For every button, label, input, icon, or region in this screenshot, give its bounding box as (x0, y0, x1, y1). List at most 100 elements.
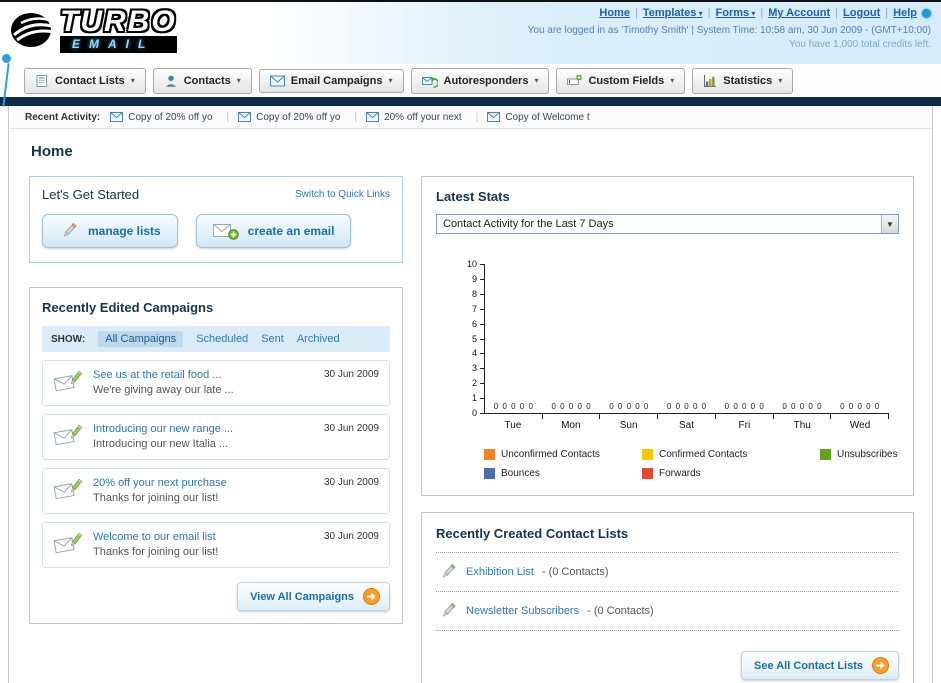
campaign-row[interactable]: See us at the retail food ... We're givi… (42, 360, 390, 406)
bar-value-labels: 0 0 0 0 0 (724, 402, 765, 411)
campaign-date: 30 Jun 2009 (323, 531, 379, 542)
brand-name-top: TURBO (60, 5, 177, 38)
pencil-icon (438, 563, 458, 581)
header-link-help[interactable]: Help (893, 7, 917, 19)
y-axis-label: 6 (471, 318, 477, 329)
contact-list-link[interactable]: Newsletter Subscribers (466, 605, 579, 617)
header-link-my-account[interactable]: My Account (768, 7, 830, 19)
view-all-campaigns-button[interactable]: View All Campaigns (237, 582, 390, 611)
recent-activity-link[interactable]: Copy of 20% off yo (128, 112, 212, 123)
campaign-title-link[interactable]: Introducing our new range ... (93, 423, 233, 435)
tab-contacts[interactable]: Contacts ▾ (152, 67, 252, 94)
filter-sent[interactable]: Sent (261, 333, 284, 345)
stats-period-select[interactable]: Contact Activity for the Last 7 Days ▼ (436, 214, 899, 234)
bar-value-labels: 0 0 0 0 0 (840, 402, 881, 411)
custom-fields-icon (567, 74, 582, 88)
tab-custom-fields[interactable]: Custom Fields ▾ (556, 67, 686, 94)
header-link-templates[interactable]: Templates ▾ (643, 7, 703, 19)
tab-contact-lists[interactable]: Contact Lists ▾ (24, 67, 146, 94)
chevron-down-icon: ▾ (670, 76, 675, 85)
stats-title: Latest Stats (436, 189, 510, 204)
nav-tab-label: Contact Lists (55, 74, 125, 87)
filter-all-campaigns[interactable]: All Campaigns (98, 331, 184, 347)
header-link-forms[interactable]: Forms ▾ (716, 7, 756, 19)
login-info: You are logged in as 'Timothy Smith' | S… (527, 25, 931, 36)
campaign-subtitle: Thanks for joining our list! (93, 492, 219, 504)
link-separator: | (835, 7, 839, 19)
recent-activity-link[interactable]: Copy of Welcome t (505, 112, 589, 123)
recent-activity-link[interactable]: 20% off your next (384, 112, 462, 123)
brand-name-bottom: EMAIL (60, 35, 177, 53)
legend-swatch (484, 449, 495, 460)
filter-scheduled[interactable]: Scheduled (196, 333, 248, 345)
logo-swirl-icon (11, 13, 55, 48)
bar-value-labels: 0 0 0 0 0 (666, 402, 708, 411)
tab-statistics[interactable]: Statistics ▾ (692, 67, 794, 94)
contact-list-items: Exhibition List - (0 Contacts) Newslette… (436, 553, 899, 631)
arrow-right-icon (872, 657, 889, 674)
campaign-subtitle: Introducing our new Italia ... (93, 438, 229, 450)
envelope-icon (366, 112, 380, 122)
create-email-button[interactable]: create an email (195, 214, 352, 248)
app-header: TURBO EMAIL Home | Templates ▾ | Forms ▾ | My … (0, 2, 941, 107)
contact-list-row[interactable]: Newsletter Subscribers - (0 Contacts) (436, 592, 899, 631)
campaign-title-link[interactable]: See us at the retail food ... (93, 369, 234, 381)
campaign-filters: All Campaigns Scheduled Sent Archived (98, 331, 340, 347)
tab-email-campaigns[interactable]: Email Campaigns ▾ (258, 68, 404, 93)
bar-value-labels: 0 0 0 0 0 (782, 402, 823, 411)
show-label: SHOW: (51, 333, 86, 345)
contact-lists-title: Recently Created Contact Lists (436, 526, 629, 541)
get-started-title: Let's Get Started (42, 187, 140, 202)
x-axis-label: Thu (793, 420, 811, 431)
tab-autoresponders[interactable]: Autoresponders ▾ (410, 67, 550, 94)
chevron-down-icon: ▾ (749, 9, 756, 18)
campaign-row[interactable]: Introducing our new range ... Introducin… (42, 414, 390, 460)
legend-item: Bounces (484, 468, 642, 479)
contact-activity-chart: 10 9 8 7 6 5 4 3 2 1 0 0 0 0 0 00 0 0 0 00 0 0 0 0… (450, 259, 889, 431)
chevron-down-icon: ▾ (388, 76, 393, 85)
header-link-logout[interactable]: Logout (843, 7, 880, 19)
recent-activity-item[interactable]: 20% off your next (366, 112, 487, 123)
y-axis-label: 9 (471, 273, 477, 284)
nav-tab-label: Email Campaigns (290, 74, 383, 87)
envelope-icon (238, 112, 252, 122)
recent-activity-bar: Recent Activity: Copy of 20% off yo Copy… (9, 106, 932, 129)
switch-quick-links-link[interactable]: Switch to Quick Links (295, 189, 390, 200)
campaign-list: See us at the retail food ... We're givi… (42, 360, 390, 568)
contact-list-row[interactable]: Exhibition List - (0 Contacts) (436, 553, 899, 592)
y-axis-label: 3 (471, 363, 477, 374)
recent-activity-label: Recent Activity: (25, 111, 101, 123)
campaign-title-link[interactable]: 20% off your next purchase (93, 477, 227, 489)
envelope-pencil-icon (53, 477, 83, 501)
link-separator: | (634, 7, 638, 19)
x-axis-label: Fri (738, 420, 751, 431)
campaign-subtitle: We're giving away our late ... (93, 384, 234, 396)
y-axis-label: 10 (466, 259, 477, 269)
contact-list-count: - (0 Contacts) (541, 566, 609, 578)
envelope-icon (487, 112, 501, 122)
campaign-title-link[interactable]: Welcome to our email list (93, 531, 218, 543)
y-axis-label: 5 (471, 333, 477, 344)
recent-activity-link[interactable]: Copy of 20% off yo (256, 112, 340, 123)
bar-value-labels: 0 0 0 0 0 (493, 402, 534, 411)
app-logo: TURBO EMAIL (0, 2, 280, 53)
content-frame: Recent Activity: Copy of 20% off yo Copy… (8, 106, 933, 683)
y-axis-label: 7 (471, 303, 477, 314)
see-all-contact-lists-button[interactable]: See All Contact Lists (740, 651, 899, 680)
campaign-row[interactable]: Welcome to our email list Thanks for joi… (42, 522, 390, 568)
campaign-row[interactable]: 20% off your next purchase Thanks for jo… (42, 468, 390, 514)
contact-list-link[interactable]: Exhibition List (466, 566, 534, 578)
recent-activity-item[interactable]: Copy of 20% off yo (238, 112, 366, 123)
manage-lists-button[interactable]: manage lists (42, 214, 178, 248)
recent-contact-lists-panel: Recently Created Contact Lists Exhibitio… (421, 512, 914, 683)
filter-archived[interactable]: Archived (297, 333, 340, 345)
statistics-icon (703, 74, 717, 88)
recent-activity-item[interactable]: Copy of 20% off yo (110, 112, 238, 123)
recent-activity-item[interactable]: Copy of Welcome t (487, 112, 590, 123)
credits-info: You have 1,000 total credits left. (789, 39, 931, 50)
y-axis-label: 0 (471, 408, 477, 418)
header-link-home[interactable]: Home (599, 7, 630, 19)
legend-item: Forwards (642, 468, 820, 479)
help-indicator-dot (922, 8, 931, 18)
link-separator: | (760, 7, 764, 19)
